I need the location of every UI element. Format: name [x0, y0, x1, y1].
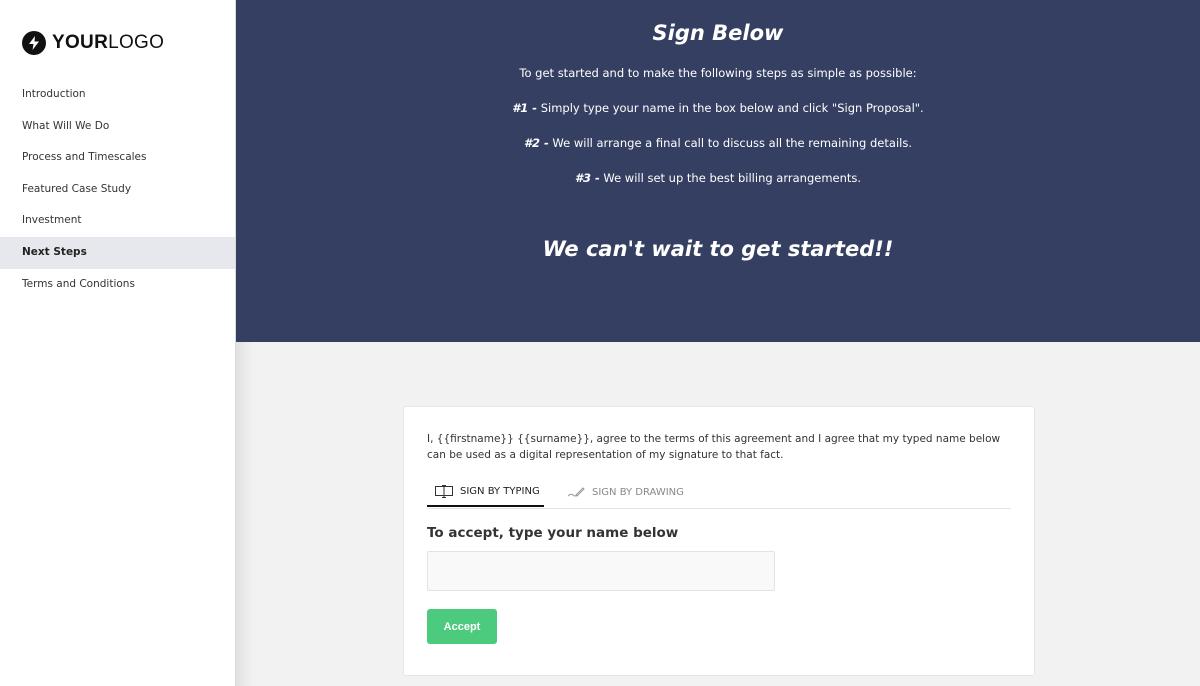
sidebar-item-terms-and-conditions[interactable]: Terms and Conditions: [0, 269, 235, 301]
agreement-text: I, {{firstname}} {{surname}}, agree to t…: [427, 433, 1001, 461]
accept-button[interactable]: Accept: [427, 609, 497, 644]
logo-text-bold: YOUR: [52, 32, 109, 53]
sidebar-item-next-steps[interactable]: Next Steps: [0, 236, 235, 269]
accept-instruction: To accept, type your name below: [427, 525, 679, 541]
step-3-number: #3 -: [574, 171, 600, 185]
hero-title: Sign Below: [652, 21, 784, 45]
signature-name-input[interactable]: [427, 551, 775, 591]
sidebar-item-what-will-we-do[interactable]: What Will We Do: [0, 111, 235, 143]
hero-section: Sign Below To get started and to make th…: [236, 0, 1200, 342]
step-2-number: #2 -: [524, 136, 549, 150]
step-2-text: We will arrange a final call to discuss …: [548, 136, 912, 150]
text-cursor-icon: [435, 484, 453, 498]
tab-sign-by-typing[interactable]: SIGN BY TYPING: [427, 477, 544, 507]
step-2: #2 - We will arrange a final call to dis…: [236, 136, 1200, 150]
logo[interactable]: YOURLOGO: [22, 31, 164, 55]
sidebar-item-process-and-timescales[interactable]: Process and Timescales: [0, 142, 235, 174]
hero-intro: To get started and to make the following…: [519, 66, 917, 80]
tab-sign-by-typing-label: SIGN BY TYPING: [460, 485, 540, 497]
sidebar-item-investment[interactable]: Investment: [0, 205, 235, 237]
lightning-bolt-icon: [22, 31, 46, 55]
step-3: #3 - We will set up the best billing arr…: [236, 171, 1200, 185]
step-3-text: We will set up the best billing arrangem…: [599, 171, 862, 185]
logo-text: YOURLOGO: [52, 32, 164, 54]
tab-sign-by-drawing-label: SIGN BY DRAWING: [592, 486, 684, 498]
hero-cta: We can't wait to get started!!: [542, 237, 894, 261]
signature-card: I, {{firstname}} {{surname}}, agree to t…: [403, 406, 1035, 676]
step-1: #1 - Simply type your name in the box be…: [236, 101, 1200, 115]
signature-tabs: SIGN BY TYPING SIGN BY DRAWING: [427, 477, 1011, 509]
sidebar-nav: Introduction What Will We Do Process and…: [0, 79, 235, 300]
sidebar-item-introduction[interactable]: Introduction: [0, 79, 235, 111]
sidebar: YOURLOGO Introduction What Will We Do Pr…: [0, 0, 236, 686]
sidebar-shadow: [236, 342, 254, 686]
step-1-number: #1 -: [512, 101, 538, 115]
sidebar-item-featured-case-study[interactable]: Featured Case Study: [0, 174, 235, 206]
logo-text-light: LOGO: [108, 32, 165, 53]
tab-sign-by-drawing[interactable]: SIGN BY DRAWING: [567, 477, 684, 507]
pen-icon: [567, 487, 585, 497]
step-1-text: Simply type your name in the box below a…: [537, 101, 924, 115]
